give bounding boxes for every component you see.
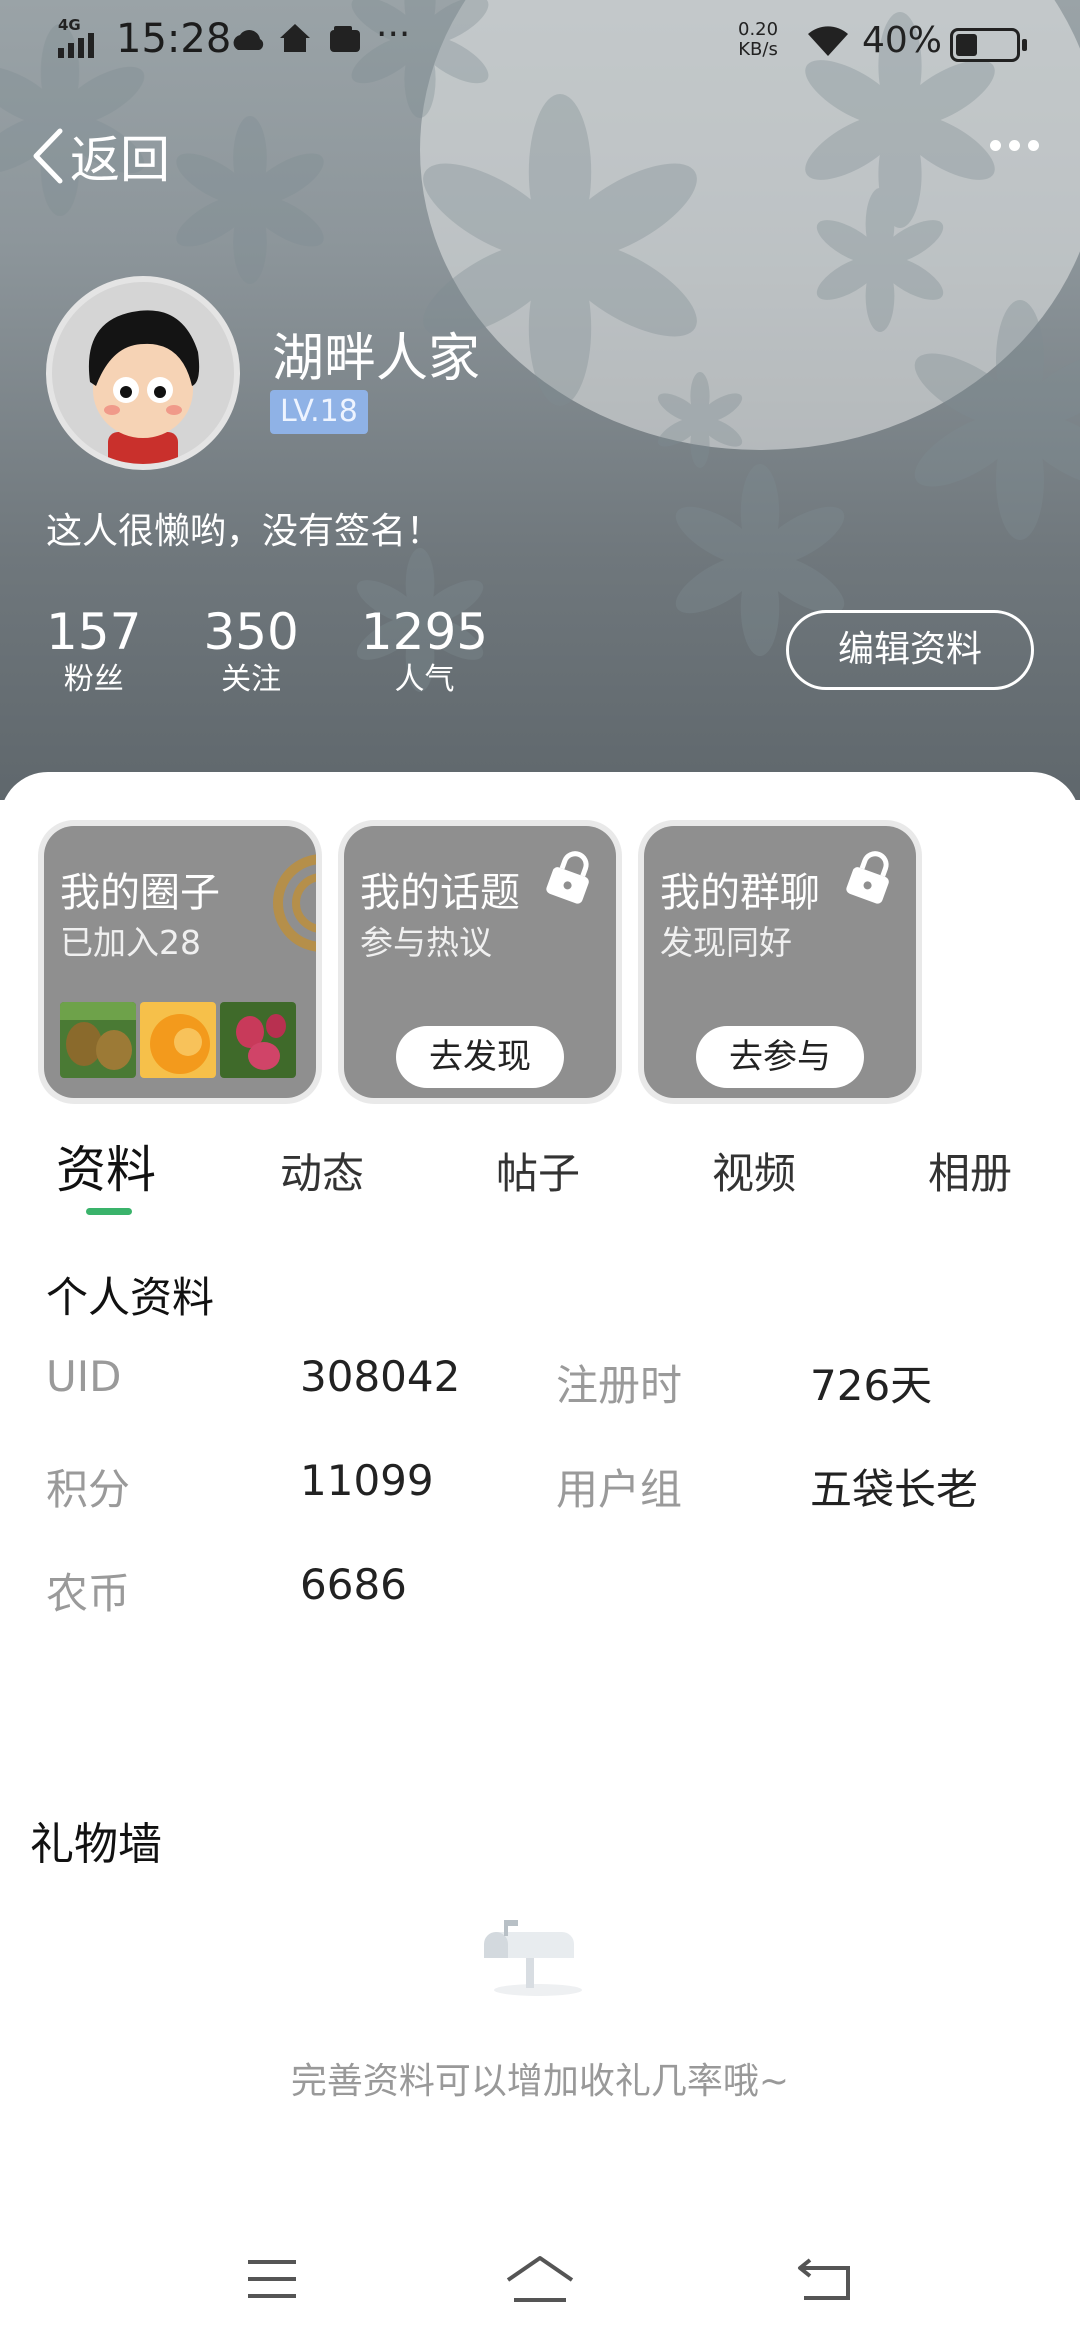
- info-row: UID 308042 注册时 726天: [0, 1352, 1080, 1412]
- stat-value: 157: [46, 603, 142, 661]
- profile-tabs: 资料 动态 帖子 视频 相册: [0, 1122, 1080, 1212]
- my-topics-card[interactable]: 我的话题 参与热议 去发现: [344, 826, 616, 1098]
- back-label: 返回: [70, 131, 170, 189]
- signature: 这人很懒哟，没有签名！: [46, 511, 443, 552]
- menu-icon[interactable]: [244, 2254, 300, 2304]
- system-navigation-bar: [0, 2230, 1080, 2340]
- dot: [1009, 139, 1020, 151]
- stat-label: 粉丝: [63, 662, 124, 697]
- edit-profile-button[interactable]: 编辑资料: [786, 610, 1034, 690]
- cloud-icon: [233, 30, 264, 50]
- wallet-icon: [330, 26, 360, 52]
- content-sheet: 我的圈子 已加入28 我的话题 参与热议 去发现 我的群聊 发现同好 去参与 资…: [0, 772, 1080, 2340]
- more-options-button[interactable]: [990, 130, 1050, 160]
- stat-following[interactable]: 350 关注: [203, 604, 298, 700]
- card-title: 我的群聊: [660, 870, 820, 916]
- card-title: 我的话题: [360, 870, 520, 916]
- coins-value: 6686: [300, 1560, 407, 1609]
- discover-button[interactable]: 去发现: [396, 1026, 564, 1088]
- user-group-label: 用户组: [556, 1465, 683, 1514]
- signal-icon: [58, 33, 94, 58]
- battery-icon: [950, 28, 1027, 62]
- points-label: 积分: [46, 1465, 131, 1514]
- thumbnail-dragonfruit[interactable]: [220, 1002, 296, 1078]
- tab-profile[interactable]: 资料: [56, 1130, 156, 1202]
- wifi-icon: [808, 26, 848, 56]
- dot: [990, 139, 1001, 151]
- circle-decoration-icon: [273, 854, 316, 952]
- battery-percent: 40%: [862, 20, 943, 61]
- back-nav-icon[interactable]: [796, 2254, 856, 2304]
- profile-header: 4G 15:28 ··· 0.20 KB/s 40% 返回 湖畔人家 LV.18…: [0, 0, 1080, 800]
- battery-level: [956, 34, 977, 56]
- tab-activity[interactable]: 动态: [280, 1140, 364, 1201]
- home-icon[interactable]: [504, 2254, 576, 2306]
- net-speed: 0.20 KB/s: [738, 20, 778, 60]
- gift-wall-hint: 完善资料可以增加收礼几率哦~: [290, 2061, 790, 2102]
- clock: 15:28: [116, 16, 232, 62]
- home-status-icon: [280, 24, 310, 52]
- tab-albums[interactable]: 相册: [928, 1140, 1012, 1201]
- orange-image: [140, 1002, 216, 1078]
- user-group-value: 五袋长老: [810, 1465, 979, 1514]
- stat-value: 350: [203, 603, 299, 661]
- dot: [1028, 139, 1039, 151]
- card-title: 我的圈子: [60, 870, 220, 916]
- dragonfruit-image: [220, 1002, 296, 1078]
- thumbnail-kiwi[interactable]: [60, 1002, 136, 1078]
- stat-popularity[interactable]: 1295 人气: [361, 604, 488, 700]
- net-speed-value: 0.20: [738, 19, 779, 40]
- card-subtitle: 已加入28: [60, 923, 201, 962]
- card-subtitle: 发现同好: [660, 923, 792, 962]
- kiwi-image: [60, 1002, 136, 1078]
- chevron-left-icon: [33, 128, 63, 184]
- uid-label: UID: [46, 1352, 122, 1401]
- gift-wall-title: 礼物墙: [30, 1819, 162, 1870]
- stat-label: 关注: [221, 662, 282, 697]
- stat-value: 1295: [360, 603, 489, 661]
- uid-value: 308042: [300, 1352, 461, 1401]
- circle-thumbnails: [60, 1002, 296, 1078]
- tab-videos[interactable]: 视频: [712, 1140, 796, 1201]
- level-badge: LV.18: [270, 390, 368, 434]
- status-bar: 4G 15:28 ··· 0.20 KB/s 40%: [0, 0, 1080, 84]
- avatar-image: [52, 282, 234, 464]
- stats-row: 157 粉丝 350 关注 1295 人气: [46, 604, 550, 700]
- thumbnail-orange[interactable]: [140, 1002, 216, 1078]
- stat-label: 人气: [394, 662, 455, 697]
- register-value: 726天: [810, 1361, 933, 1410]
- active-tab-indicator: [86, 1208, 132, 1215]
- info-row: 积分 11099 用户组 五袋长老: [0, 1456, 1080, 1516]
- join-button[interactable]: 去参与: [696, 1026, 864, 1088]
- net-speed-unit: KB/s: [738, 39, 778, 60]
- feature-cards: 我的圈子 已加入28 我的话题 参与热议 去发现 我的群聊 发现同好 去参与: [44, 826, 916, 1098]
- personal-info-title: 个人资料: [46, 1273, 215, 1322]
- back-button[interactable]: 返回: [30, 120, 170, 192]
- points-value: 11099: [300, 1456, 434, 1505]
- mailbox-icon: [484, 1920, 582, 1996]
- card-subtitle: 参与热议: [360, 923, 492, 962]
- username: 湖畔人家: [272, 329, 481, 389]
- register-label: 注册时: [556, 1361, 683, 1410]
- lock-icon: [846, 851, 889, 904]
- tab-posts[interactable]: 帖子: [496, 1140, 580, 1201]
- more-notifications-icon: ···: [376, 14, 411, 55]
- my-group-chats-card[interactable]: 我的群聊 发现同好 去参与: [644, 826, 916, 1098]
- stat-fans[interactable]: 157 粉丝: [46, 604, 141, 700]
- avatar[interactable]: [46, 276, 240, 470]
- info-row: 农币 6686: [0, 1560, 1080, 1620]
- lock-icon: [546, 851, 589, 904]
- my-circles-card[interactable]: 我的圈子 已加入28: [44, 826, 316, 1098]
- coins-label: 农币: [46, 1569, 131, 1618]
